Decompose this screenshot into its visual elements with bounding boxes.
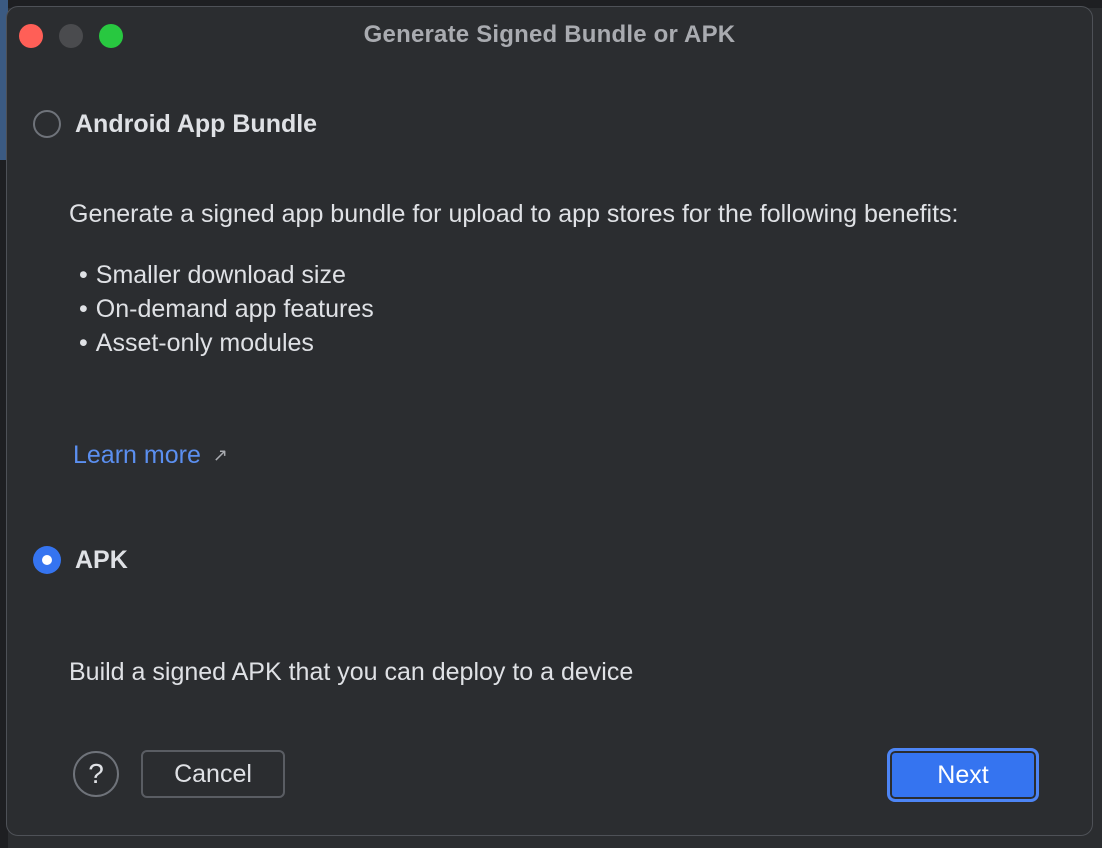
learn-more-link[interactable]: Learn more ↗ (73, 441, 228, 470)
apk-option[interactable]: APK (33, 543, 128, 577)
apk-description: Build a signed APK that you can deploy t… (69, 658, 634, 686)
title-bar: Generate Signed Bundle or APK (7, 7, 1092, 63)
benefit-item: Asset-only modules (79, 326, 374, 360)
cancel-button[interactable]: Cancel (141, 750, 285, 798)
bundle-option[interactable]: Android App Bundle (33, 107, 317, 141)
generate-signed-dialog: Generate Signed Bundle or APK Android Ap… (6, 6, 1093, 836)
benefit-item: Smaller download size (79, 258, 374, 292)
learn-more-label: Learn more (73, 441, 201, 469)
next-button[interactable]: Next (887, 748, 1039, 802)
bundle-benefits-list: Smaller download size On-demand app feat… (79, 258, 374, 360)
apk-radio[interactable] (33, 546, 61, 574)
help-button[interactable]: ? (73, 751, 119, 797)
dialog-title: Generate Signed Bundle or APK (363, 21, 736, 48)
apk-label: APK (75, 545, 128, 574)
external-link-arrow-icon: ↗ (212, 445, 228, 465)
radio-selected-dot (42, 555, 52, 565)
bundle-radio[interactable] (33, 110, 61, 138)
bundle-label: Android App Bundle (75, 109, 318, 138)
bundle-description: Generate a signed app bundle for upload … (69, 200, 959, 228)
benefit-item: On-demand app features (79, 292, 374, 326)
